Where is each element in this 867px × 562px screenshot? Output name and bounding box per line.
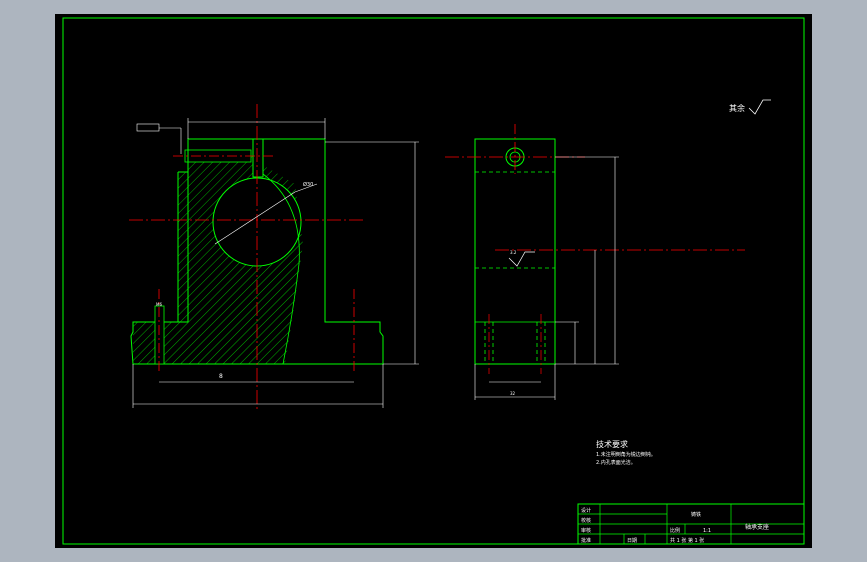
tech-note-1: 1.未注明倒角为锐边倒钝。	[596, 451, 656, 458]
tb-checker-label: 校核	[581, 517, 591, 524]
tb-approver-label: 批准	[581, 537, 591, 544]
roughness-note-text: 其余	[729, 103, 745, 113]
technical-requirements: 技术要求 1.未注明倒角为锐边倒钝。 2.内孔表面光洁。	[596, 439, 656, 466]
foot-bolt-hole-left	[154, 305, 165, 365]
tb-designer-label: 设计	[581, 507, 591, 514]
roughness-note: 其余	[729, 99, 771, 115]
dim-diameter: Ø30	[303, 181, 313, 188]
tech-title: 技术要求	[596, 439, 628, 449]
tb-date-label: 日期	[627, 538, 637, 544]
front-view[interactable]: Ø30 8 M6	[129, 104, 419, 409]
drawing-viewport[interactable]: Ø30 8 M6 3.2 32 其余 技术要求 1.未注明倒角为锐边倒钝。 2.…	[55, 14, 812, 548]
tb-scale-label: 比例	[670, 527, 680, 534]
dim-right-width: 32	[510, 391, 516, 396]
tb-sheets: 共 1 张 第 1 张	[670, 537, 704, 544]
tech-note-2: 2.内孔表面光洁。	[596, 459, 636, 466]
drawing-border	[62, 17, 805, 545]
tolerance-frame	[136, 123, 160, 132]
tb-reviewer-label: 审核	[581, 527, 591, 534]
tb-drawing-name: 轴承支座	[745, 523, 769, 531]
dim-bottom-center: 8	[219, 373, 223, 380]
top-slot	[252, 138, 264, 178]
tb-scale-value: 1:1	[703, 528, 711, 534]
roughness-note-symbol	[748, 99, 771, 115]
side-view[interactable]: 3.2 32	[445, 124, 745, 400]
title-block[interactable]: 设计 校核 审核 批准 日期 铸铁 比例 1:1 共 1 张 第 1 张 轴承支…	[577, 503, 805, 545]
drawing-sheet: Ø30 8 M6 3.2 32 其余 技术要求 1.未注明倒角为锐边倒钝。 2.…	[62, 17, 805, 545]
dim-small-left: M6	[156, 302, 162, 307]
tb-material: 铸铁	[691, 511, 701, 518]
dim-roughness: 3.2	[510, 250, 517, 255]
